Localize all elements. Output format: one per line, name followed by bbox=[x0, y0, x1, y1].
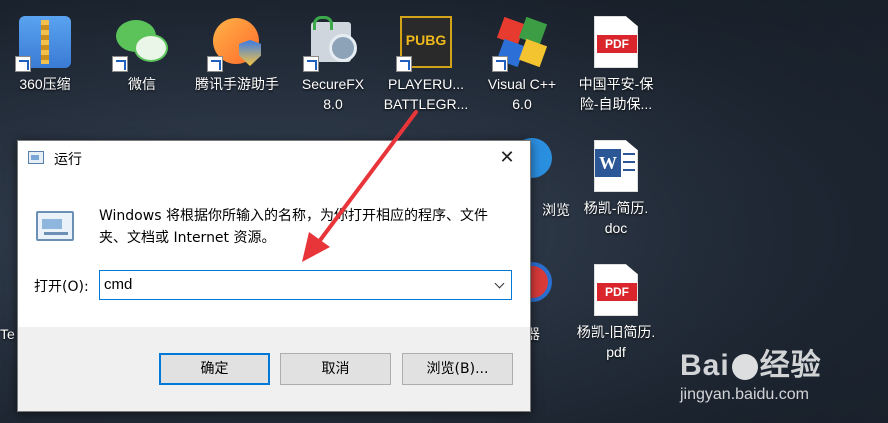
paw-icon bbox=[731, 354, 758, 381]
cancel-button[interactable]: 取消 bbox=[280, 353, 391, 385]
desktop-icon-360zip[interactable]: 360压缩 bbox=[0, 16, 90, 94]
watermark-url: jingyan.baidu.com bbox=[680, 386, 809, 403]
pdf-file-icon: PDF bbox=[594, 264, 638, 316]
dialog-content: Windows 将根据你所输入的名称，为你打开相应的程序、文件夹、文档或 Int… bbox=[18, 177, 530, 327]
desktop-icon-label: 杨凯-旧简历. pdf bbox=[576, 324, 656, 360]
watermark-logo: Bai 经验 bbox=[680, 349, 822, 382]
desktop-icon-label: 微信 bbox=[128, 76, 156, 92]
desktop-icon-wechat[interactable]: 微信 bbox=[97, 16, 187, 94]
desktop-icon-label: 中国平安-保 险-自助保... bbox=[578, 76, 654, 112]
desktop-icon-securefx[interactable]: SecureFX 8.0 bbox=[288, 16, 378, 114]
shortcut-arrow-icon bbox=[207, 56, 223, 72]
run-dialog: 运行 ✕ Windows 将根据你所输入的名称，为你打开相应的程序、文件夹、文档… bbox=[17, 140, 531, 412]
shortcut-arrow-icon bbox=[303, 56, 319, 72]
baidu-watermark: Bai 经验 jingyan.baidu.com bbox=[680, 340, 822, 404]
dialog-title: 运行 bbox=[54, 152, 82, 168]
desktop-icon-pingan-pdf[interactable]: PDF 中国平安-保 险-自助保... bbox=[571, 16, 661, 114]
word-doc-icon: W bbox=[594, 140, 638, 192]
shortcut-arrow-icon bbox=[492, 56, 508, 72]
pubg-logo-text: PUBG bbox=[405, 32, 447, 48]
shortcut-arrow-icon bbox=[15, 56, 31, 72]
desktop-icon-label: 腾讯手游助手 bbox=[195, 76, 279, 92]
desktop-icon-pubg[interactable]: PUBG PLAYERU... BATTLEGR... bbox=[381, 16, 471, 114]
title-bar[interactable]: 运行 ✕ bbox=[18, 141, 530, 177]
desktop-icon-label: 杨凯-简历. doc bbox=[583, 200, 649, 236]
pdf-badge: PDF bbox=[597, 35, 637, 53]
desktop-icon-resume-doc[interactable]: W 杨凯-简历. doc bbox=[571, 140, 661, 238]
close-button[interactable]: ✕ bbox=[484, 141, 530, 177]
shortcut-arrow-icon bbox=[112, 56, 128, 72]
desktop-icon-visual-cpp[interactable]: Visual C++ 6.0 bbox=[477, 16, 567, 114]
open-label: 打开(O): bbox=[34, 279, 89, 295]
desktop-icon-label: 360压缩 bbox=[19, 76, 71, 92]
ok-button[interactable]: 确定 bbox=[159, 353, 270, 385]
pdf-badge: PDF bbox=[597, 283, 637, 301]
run-app-icon bbox=[28, 151, 44, 164]
desktop-icon-label: SecureFX 8.0 bbox=[301, 76, 365, 112]
desktop-icon-label: Visual C++ 6.0 bbox=[487, 76, 557, 112]
open-combobox[interactable]: cmd bbox=[99, 270, 512, 300]
desktop-icon-old-resume-pdf[interactable]: PDF 杨凯-旧简历. pdf bbox=[571, 264, 661, 362]
shortcut-arrow-icon bbox=[396, 56, 412, 72]
desktop-icon-label: PLAYERU... BATTLEGR... bbox=[383, 76, 469, 112]
desktop-icon-tencent-assistant[interactable]: 腾讯手游助手 bbox=[192, 16, 282, 94]
browse-button[interactable]: 浏览(B)... bbox=[402, 353, 513, 385]
open-input[interactable]: cmd bbox=[104, 276, 132, 293]
dialog-description: Windows 将根据你所输入的名称，为你打开相应的程序、文件夹、文档或 Int… bbox=[99, 208, 488, 246]
word-badge: W bbox=[595, 149, 621, 177]
run-program-icon bbox=[36, 211, 74, 241]
pdf-file-icon: PDF bbox=[594, 16, 638, 68]
chevron-down-icon[interactable] bbox=[494, 278, 505, 289]
